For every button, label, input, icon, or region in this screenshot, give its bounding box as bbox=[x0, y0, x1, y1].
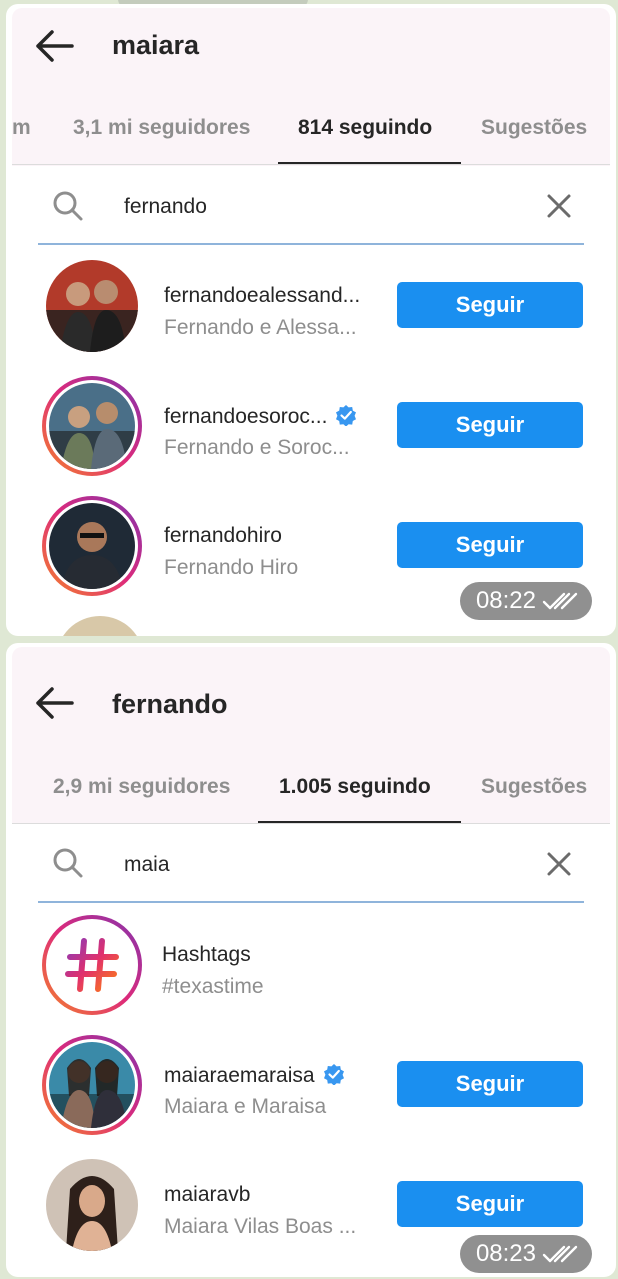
avatar-story-ring[interactable] bbox=[42, 1035, 142, 1135]
avatar-story-ring[interactable] bbox=[42, 496, 142, 596]
full-name: Fernando e Alessa... bbox=[164, 316, 357, 339]
chat-message-image-1[interactable]: maiara m 3,1 mi seguidores 814 seguindo … bbox=[6, 4, 616, 636]
username[interactable]: maiaraemaraisa bbox=[164, 1063, 345, 1088]
search-input[interactable]: maia bbox=[124, 853, 170, 877]
profile-title: fernando bbox=[112, 689, 228, 719]
tabs-divider bbox=[12, 164, 610, 165]
full-name: Maiara Vilas Boas ... bbox=[164, 1215, 357, 1238]
search-icon bbox=[53, 191, 83, 221]
follow-button[interactable]: Seguir bbox=[397, 1181, 583, 1227]
message-timestamp: 08:22 bbox=[459, 582, 592, 620]
avatar-photo bbox=[46, 260, 138, 352]
full-name: Fernando e Soroc... bbox=[164, 436, 350, 459]
list-item[interactable]: fernandoealessand... Fernando e Alessa..… bbox=[12, 246, 610, 366]
full-name: Fernando Hiro bbox=[164, 556, 299, 579]
follow-button[interactable]: Seguir bbox=[397, 282, 583, 328]
instagram-header bbox=[12, 8, 610, 166]
tab-media-partial[interactable]: m bbox=[12, 116, 31, 140]
full-name: Maiara e Maraisa bbox=[164, 1095, 327, 1118]
tab-following[interactable]: 814 seguindo bbox=[298, 116, 432, 140]
tab-suggestions[interactable]: Sugestões bbox=[481, 116, 587, 140]
hashtag-label[interactable]: Hashtags bbox=[162, 943, 251, 967]
back-arrow-icon[interactable] bbox=[32, 681, 76, 725]
avatar-photo bbox=[49, 1042, 135, 1128]
username[interactable]: fernandoealessand... bbox=[164, 284, 360, 308]
search-underline bbox=[38, 901, 584, 903]
hashtag-avatar[interactable] bbox=[42, 915, 142, 1015]
tabs-divider bbox=[12, 823, 610, 824]
chat-message-image-2[interactable]: fernando 2,9 mi seguidores 1.005 seguind… bbox=[6, 643, 616, 1277]
message-timestamp: 08:23 bbox=[459, 1235, 592, 1273]
username[interactable]: fernandoesoroc... bbox=[164, 404, 357, 429]
tab-following[interactable]: 1.005 seguindo bbox=[279, 775, 431, 799]
tab-followers[interactable]: 2,9 mi seguidores bbox=[53, 775, 230, 799]
avatar-photo bbox=[46, 1159, 138, 1251]
username[interactable]: maiaravb bbox=[164, 1183, 250, 1207]
avatar[interactable] bbox=[42, 256, 142, 356]
double-check-icon bbox=[542, 1245, 578, 1263]
double-check-icon bbox=[542, 592, 578, 610]
username[interactable]: fernandohiro bbox=[164, 524, 282, 548]
avatar-photo bbox=[49, 503, 135, 589]
avatar-photo bbox=[49, 383, 135, 469]
follow-button[interactable]: Seguir bbox=[397, 402, 583, 448]
search-icon bbox=[53, 848, 83, 878]
tab-followers[interactable]: 3,1 mi seguidores bbox=[73, 116, 250, 140]
tab-suggestions[interactable]: Sugestões bbox=[481, 775, 587, 799]
close-icon[interactable] bbox=[544, 191, 574, 221]
list-item[interactable]: maiaraemaraisa Maiara e Maraisa Seguir bbox=[12, 1025, 610, 1145]
close-icon[interactable] bbox=[544, 849, 574, 879]
instagram-screenshot-2: fernando 2,9 mi seguidores 1.005 seguind… bbox=[12, 647, 610, 1273]
follow-button[interactable]: Seguir bbox=[397, 1061, 583, 1107]
avatar-partial bbox=[56, 616, 144, 636]
follow-button[interactable]: Seguir bbox=[397, 522, 583, 568]
avatar-story-ring[interactable] bbox=[42, 376, 142, 476]
profile-title: maiara bbox=[112, 30, 200, 60]
verified-badge-icon bbox=[323, 1064, 344, 1085]
avatar[interactable] bbox=[42, 1155, 142, 1255]
hashtag-row[interactable]: Hashtags #texastime bbox=[12, 905, 610, 1025]
search-underline bbox=[38, 243, 584, 245]
hashtag-value: #texastime bbox=[162, 975, 264, 998]
instagram-screenshot-1: maiara m 3,1 mi seguidores 814 seguindo … bbox=[12, 8, 610, 636]
list-item[interactable]: fernandoesoroc... Fernando e Soroc... Se… bbox=[12, 366, 610, 486]
verified-badge-icon bbox=[336, 405, 357, 426]
back-arrow-icon[interactable] bbox=[32, 24, 76, 68]
search-input[interactable]: fernando bbox=[124, 195, 207, 219]
hashtag-icon bbox=[65, 938, 119, 992]
